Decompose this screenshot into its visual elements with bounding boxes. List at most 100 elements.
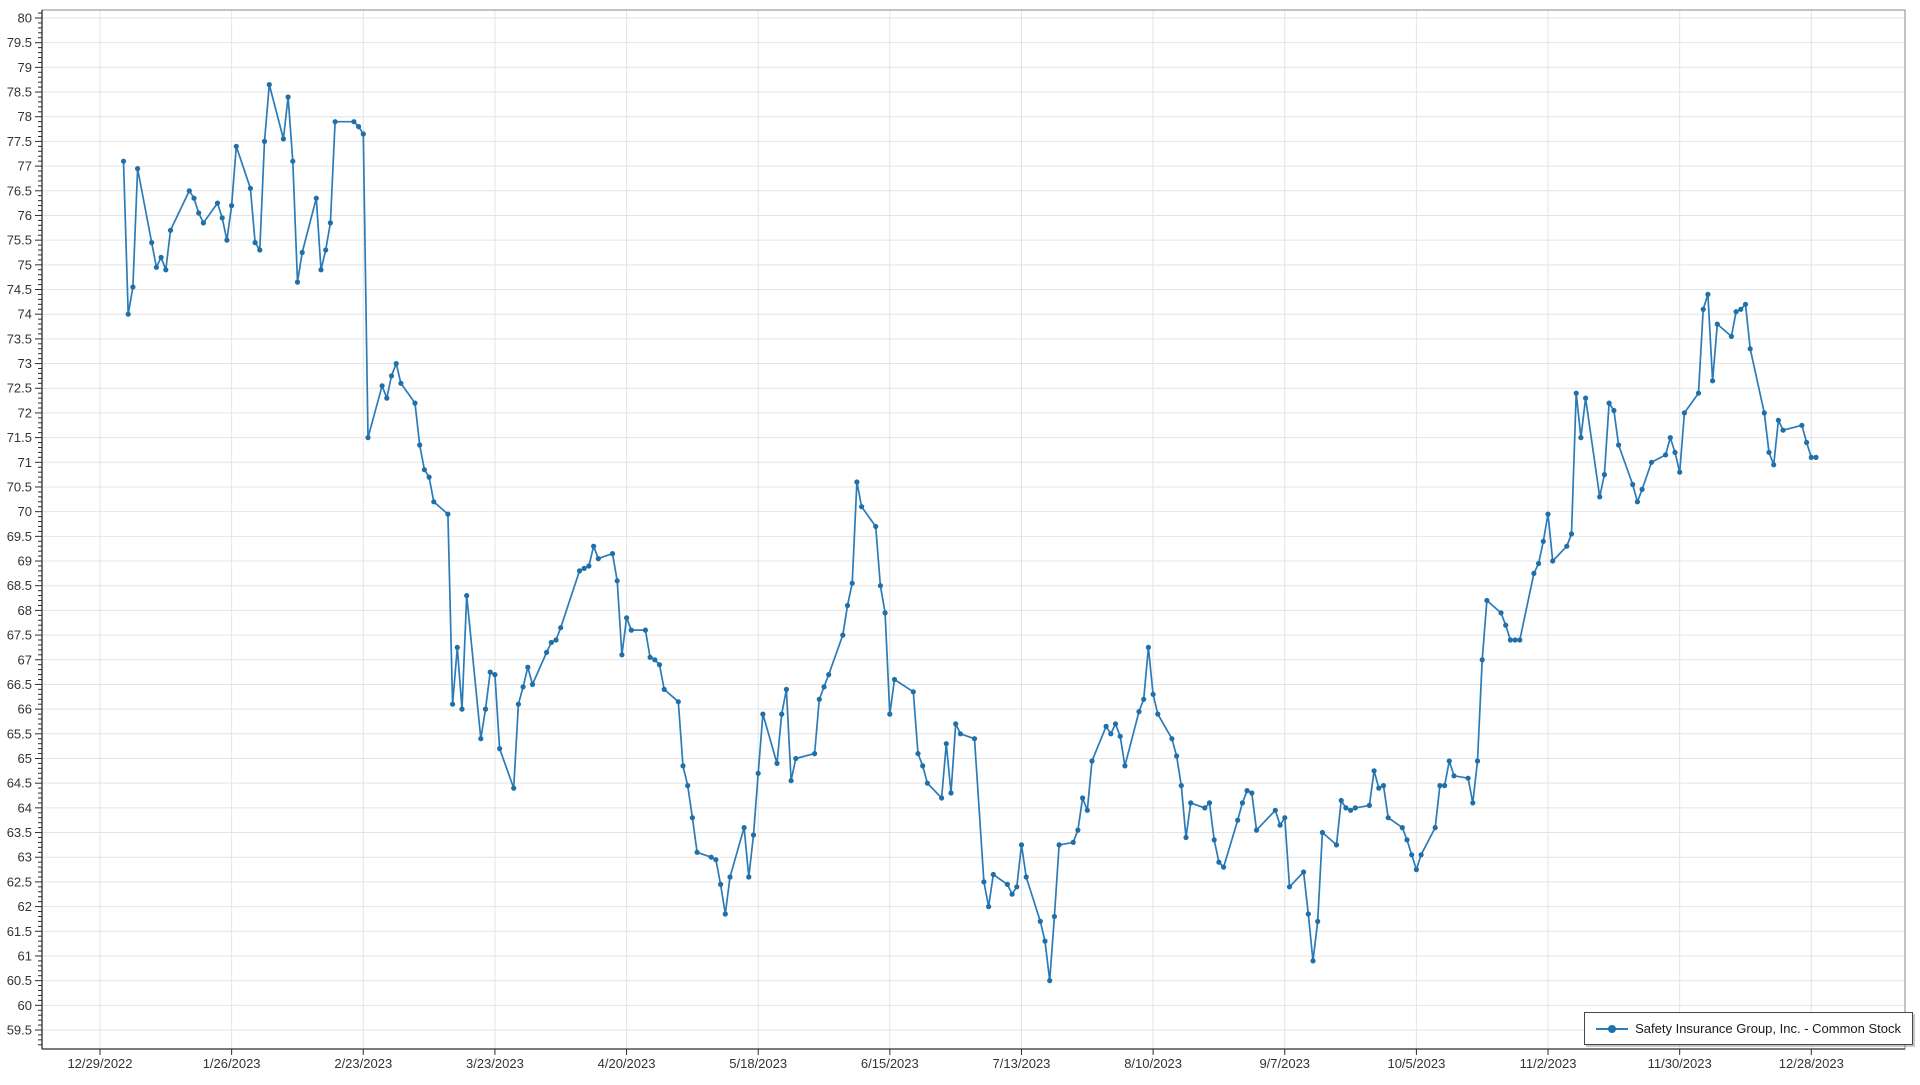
data-point[interactable] [163,267,168,272]
data-point[interactable] [624,615,629,620]
data-point[interactable] [1635,499,1640,504]
data-point[interactable] [648,655,653,660]
data-point[interactable] [1202,805,1207,810]
data-point[interactable] [1466,776,1471,781]
data-point[interactable] [1607,401,1612,406]
data-point[interactable] [1320,830,1325,835]
data-point[interactable] [1254,828,1259,833]
data-point[interactable] [1376,786,1381,791]
data-point[interactable] [1451,773,1456,778]
data-point[interactable] [1080,795,1085,800]
data-point[interactable] [1503,623,1508,628]
data-point[interactable] [812,751,817,756]
data-point[interactable] [187,188,192,193]
data-point[interactable] [1118,734,1123,739]
data-point[interactable] [1089,758,1094,763]
data-point[interactable] [1809,455,1814,460]
data-point[interactable] [756,771,761,776]
data-point[interactable] [1536,561,1541,566]
data-point[interactable] [1682,410,1687,415]
data-point[interactable] [1743,302,1748,307]
data-point[interactable] [817,697,822,702]
data-point[interactable] [1212,837,1217,842]
data-point[interactable] [1804,440,1809,445]
data-point[interactable] [1301,869,1306,874]
data-point[interactable] [1677,470,1682,475]
data-point[interactable] [610,551,615,556]
data-point[interactable] [718,882,723,887]
data-point[interactable] [1550,558,1555,563]
data-point[interactable] [1611,408,1616,413]
data-point[interactable] [586,563,591,568]
data-point[interactable] [840,633,845,638]
data-point[interactable] [821,684,826,689]
data-point[interactable] [445,511,450,516]
data-point[interactable] [1734,309,1739,314]
data-point[interactable] [577,568,582,573]
data-point[interactable] [1776,418,1781,423]
data-point[interactable] [154,265,159,270]
data-point[interactable] [389,373,394,378]
data-point[interactable] [431,499,436,504]
data-point[interactable] [1748,346,1753,351]
data-point[interactable] [1771,462,1776,467]
data-point[interactable] [1348,808,1353,813]
data-point[interactable] [1729,334,1734,339]
data-point[interactable] [1174,753,1179,758]
data-point[interactable] [1104,724,1109,729]
data-point[interactable] [709,855,714,860]
data-point[interactable] [1179,783,1184,788]
data-point[interactable] [530,682,535,687]
data-point[interactable] [873,524,878,529]
data-point[interactable] [1085,808,1090,813]
data-point[interactable] [1122,763,1127,768]
data-point[interactable] [121,159,126,164]
data-point[interactable] [1136,709,1141,714]
data-point[interactable] [130,284,135,289]
data-point[interactable] [196,210,201,215]
data-point[interactable] [1141,697,1146,702]
data-point[interactable] [958,731,963,736]
data-point[interactable] [135,166,140,171]
data-point[interactable] [887,712,892,717]
data-point[interactable] [1216,860,1221,865]
data-point[interactable] [1014,884,1019,889]
data-point[interactable] [685,783,690,788]
data-point[interactable] [1480,657,1485,662]
data-point[interactable] [1024,874,1029,879]
data-point[interactable] [1169,736,1174,741]
data-point[interactable] [1306,911,1311,916]
data-point[interactable] [1498,610,1503,615]
data-point[interactable] [455,645,460,650]
data-point[interactable] [333,119,338,124]
data-point[interactable] [427,475,432,480]
data-point[interactable] [417,442,422,447]
data-point[interactable] [394,361,399,366]
data-point[interactable] [1701,307,1706,312]
data-point[interactable] [784,687,789,692]
data-point[interactable] [1513,637,1518,642]
data-point[interactable] [1052,914,1057,919]
data-point[interactable] [1183,835,1188,840]
data-point[interactable] [1010,892,1015,897]
data-point[interactable] [516,702,521,707]
data-point[interactable] [883,610,888,615]
data-point[interactable] [1071,840,1076,845]
data-point[interactable] [318,267,323,272]
data-point[interactable] [1569,531,1574,536]
data-point[interactable] [1019,842,1024,847]
data-point[interactable] [582,566,587,571]
data-point[interactable] [1447,758,1452,763]
data-point[interactable] [295,280,300,285]
data-point[interactable] [939,795,944,800]
data-point[interactable] [168,228,173,233]
data-point[interactable] [1221,865,1226,870]
data-point[interactable] [1207,800,1212,805]
data-point[interactable] [643,628,648,633]
stock-price-chart[interactable]: 8079.57978.57877.57776.57675.57574.57473… [0,0,1920,1080]
data-point[interactable] [492,672,497,677]
data-point[interactable] [615,578,620,583]
data-point[interactable] [746,874,751,879]
data-point[interactable] [1630,482,1635,487]
data-point[interactable] [323,247,328,252]
